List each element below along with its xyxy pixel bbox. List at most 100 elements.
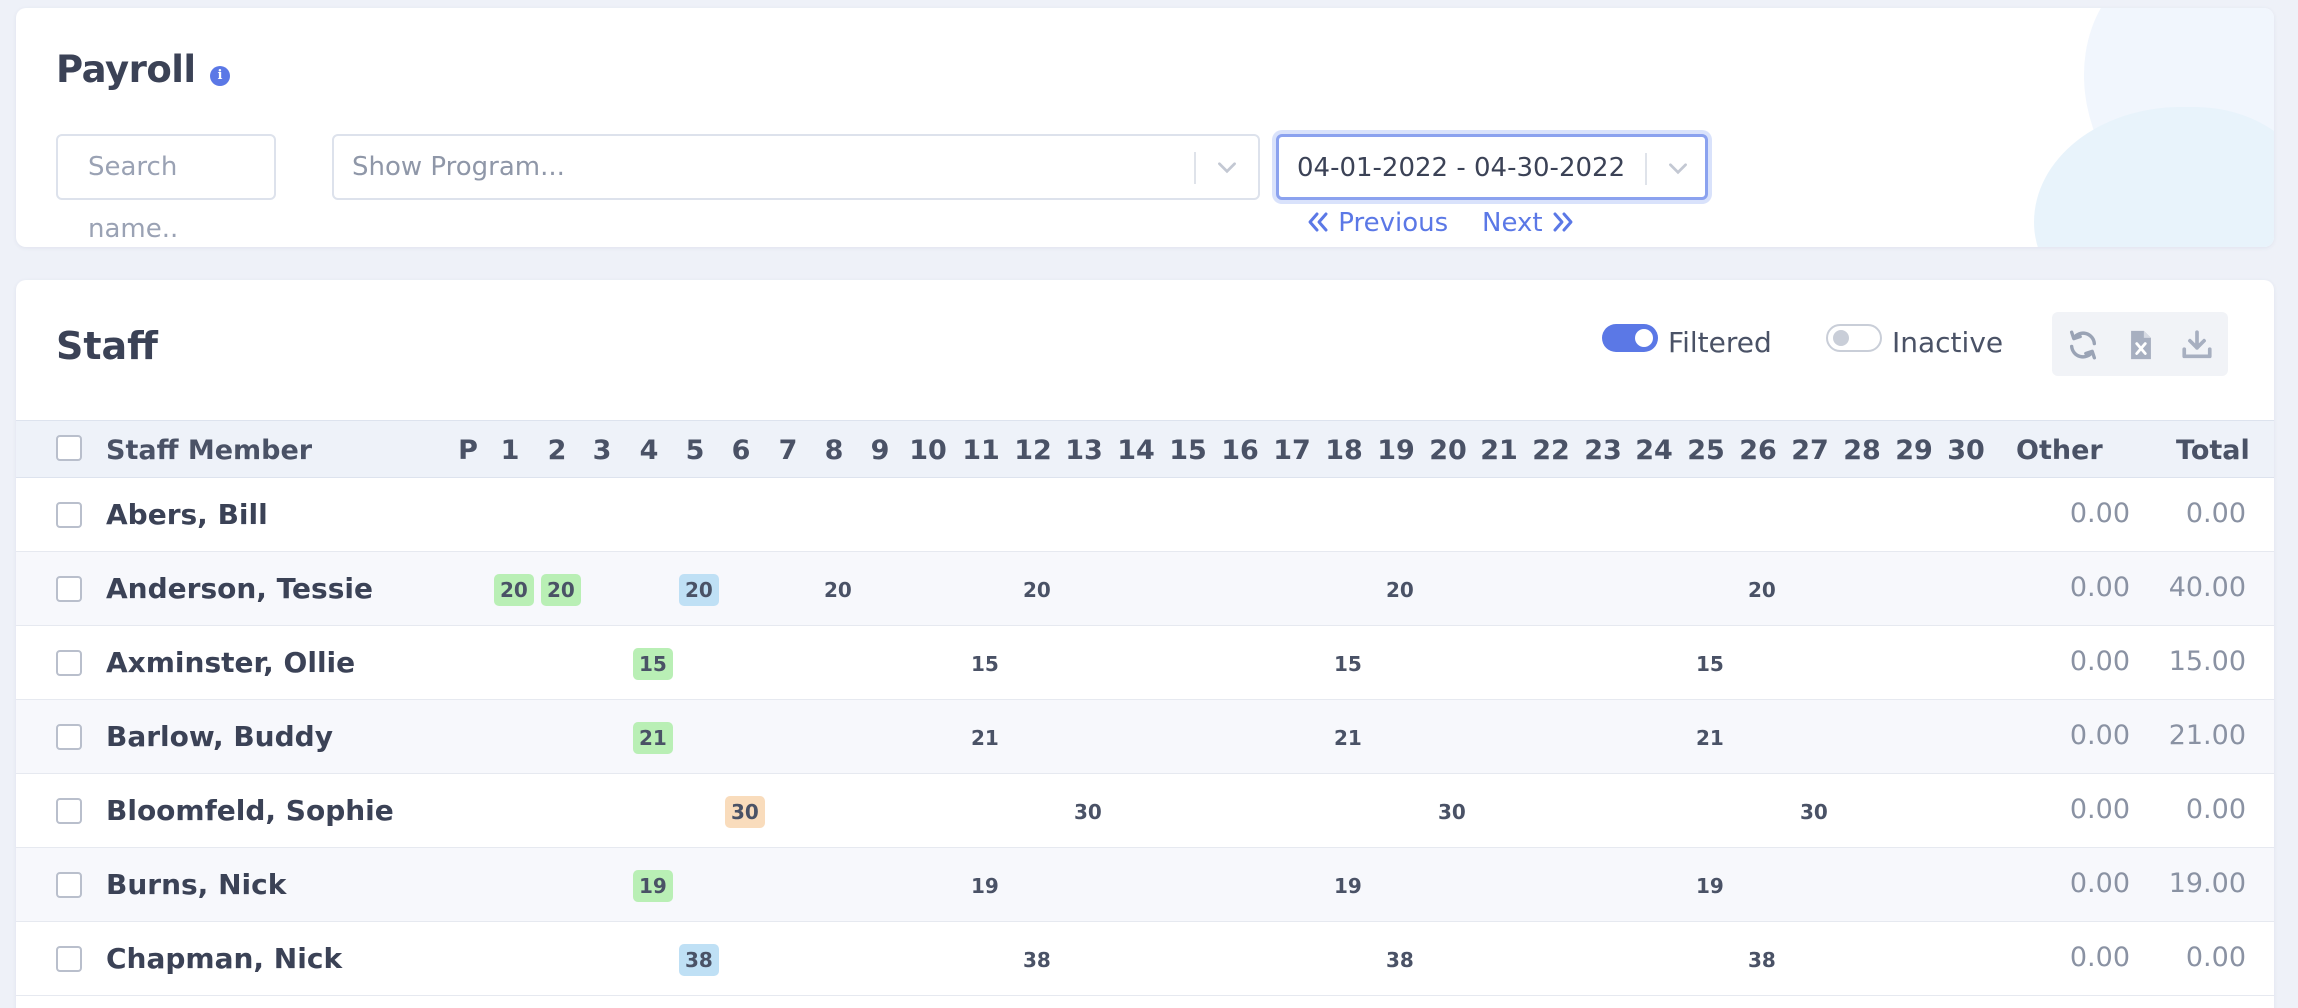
next-label: Next: [1482, 208, 1543, 238]
date-range-select[interactable]: 04-01-2022 - 04-30-2022: [1276, 134, 1708, 200]
column-header-day: 18: [1325, 435, 1363, 466]
column-header-day: 1: [500, 435, 520, 466]
day-value-badge[interactable]: 38: [1380, 944, 1420, 976]
column-header-day: 21: [1480, 435, 1518, 466]
column-header-day: 12: [1014, 435, 1052, 466]
day-value-badge[interactable]: 21: [1690, 722, 1730, 754]
total-value: 0.00: [2185, 794, 2246, 825]
other-value: 0.00: [2069, 720, 2130, 751]
column-header-total[interactable]: Total: [2176, 435, 2250, 466]
day-value-badge[interactable]: 20: [1380, 574, 1420, 606]
row-checkbox[interactable]: [56, 502, 82, 528]
day-value-badge[interactable]: 15: [1690, 648, 1730, 680]
column-header-day: 27: [1791, 435, 1829, 466]
select-divider: [1194, 152, 1196, 184]
table-row[interactable]: Burns, Nick 19 19 19 19 0.00 19.00: [16, 848, 2274, 922]
row-checkbox[interactable]: [56, 946, 82, 972]
staff-name[interactable]: Abers, Bill: [106, 498, 268, 531]
column-header-day: 2: [547, 435, 567, 466]
table-row[interactable]: Axminster, Ollie 15 15 15 15 0.00 15.00: [16, 626, 2274, 700]
excel-icon[interactable]: [2124, 328, 2158, 362]
column-header-day: 10: [909, 435, 947, 466]
staff-name[interactable]: Anderson, Tessie: [106, 572, 373, 605]
program-select-placeholder: Show Program...: [352, 152, 565, 182]
column-header-day: 6: [731, 435, 751, 466]
column-header-day: 23: [1584, 435, 1622, 466]
table-row[interactable]: Bloomfeld, Sophie 30 30 30 30 0.00 0.00: [16, 774, 2274, 848]
day-value-badge[interactable]: 30: [725, 796, 765, 828]
inactive-label: Inactive: [1892, 326, 2004, 359]
column-header-day: 3: [592, 435, 612, 466]
other-value: 0.00: [2069, 794, 2130, 825]
column-header-other[interactable]: Other: [2016, 435, 2103, 466]
column-header-day: 11: [962, 435, 1000, 466]
row-checkbox[interactable]: [56, 724, 82, 750]
other-value: 0.00: [2069, 942, 2130, 973]
row-checkbox[interactable]: [56, 650, 82, 676]
day-value-badge[interactable]: 21: [965, 722, 1005, 754]
info-icon[interactable]: i: [210, 66, 230, 86]
table-row[interactable]: Chapman, Nick 38 38 38 38 0.00 0.00: [16, 922, 2274, 996]
day-value-badge[interactable]: 38: [1742, 944, 1782, 976]
table-row[interactable]: Abers, Bill 0.00 0.00: [16, 478, 2274, 552]
day-value-badge[interactable]: 20: [1017, 574, 1057, 606]
total-value: 0.00: [2185, 942, 2246, 973]
inactive-toggle[interactable]: [1826, 324, 1882, 352]
staff-name[interactable]: Axminster, Ollie: [106, 646, 355, 679]
refresh-icon[interactable]: [2066, 328, 2100, 362]
day-value-badge[interactable]: 19: [965, 870, 1005, 902]
toggle-knob: [1833, 330, 1849, 346]
staff-name[interactable]: Chapman, Nick: [106, 942, 342, 975]
staff-name[interactable]: Bloomfeld, Sophie: [106, 794, 394, 827]
row-checkbox[interactable]: [56, 872, 82, 898]
day-value-badge[interactable]: 20: [1742, 574, 1782, 606]
column-header-day: 30: [1947, 435, 1985, 466]
day-value-badge[interactable]: 30: [1068, 796, 1108, 828]
day-value-badge[interactable]: 19: [1690, 870, 1730, 902]
chevron-down-icon[interactable]: [1665, 155, 1691, 181]
total-value: 40.00: [2168, 572, 2246, 603]
staff-name[interactable]: Burns, Nick: [106, 868, 286, 901]
day-value-badge[interactable]: 38: [679, 944, 719, 976]
day-value-badge[interactable]: 15: [965, 648, 1005, 680]
select-all-checkbox[interactable]: [56, 435, 82, 461]
program-select[interactable]: Show Program...: [332, 134, 1260, 200]
day-value-badge[interactable]: 20: [541, 574, 581, 606]
table-row[interactable]: Barlow, Buddy 21 21 21 21 0.00 21.00: [16, 700, 2274, 774]
day-value-badge[interactable]: 19: [1328, 870, 1368, 902]
day-value-badge[interactable]: 21: [1328, 722, 1368, 754]
column-header-day: 28: [1843, 435, 1881, 466]
column-header-staff-member[interactable]: Staff Member: [106, 435, 312, 466]
day-value-badge[interactable]: 20: [679, 574, 719, 606]
staff-name[interactable]: Barlow, Buddy: [106, 720, 333, 753]
double-chevron-left-icon: [1308, 212, 1328, 232]
table-toolbar: [2052, 312, 2228, 376]
day-value-badge[interactable]: 30: [1794, 796, 1834, 828]
day-value-badge[interactable]: 15: [633, 648, 673, 680]
date-range-value: 04-01-2022 - 04-30-2022: [1297, 153, 1626, 183]
row-checkbox[interactable]: [56, 576, 82, 602]
search-input[interactable]: Search name..: [56, 134, 276, 244]
column-header-day: 22: [1532, 435, 1570, 466]
total-value: 15.00: [2168, 646, 2246, 677]
day-value-badge[interactable]: 15: [1328, 648, 1368, 680]
table-row[interactable]: Anderson, Tessie 20 20 20 20 20 20 20 0.00 40.00: [16, 552, 2274, 626]
download-icon[interactable]: [2180, 328, 2214, 362]
total-value: 19.00: [2168, 868, 2246, 899]
day-value-badge[interactable]: 30: [1432, 796, 1472, 828]
decorative-blob: [2034, 107, 2274, 247]
day-value-badge[interactable]: 19: [633, 870, 673, 902]
day-value-badge[interactable]: 21: [633, 722, 673, 754]
day-value-badge[interactable]: 38: [1017, 944, 1057, 976]
row-checkbox[interactable]: [56, 798, 82, 824]
other-value: 0.00: [2069, 498, 2130, 529]
filtered-toggle[interactable]: [1602, 324, 1658, 352]
chevron-down-icon[interactable]: [1214, 154, 1240, 180]
previous-link[interactable]: Previous: [1306, 208, 1448, 238]
total-value: 21.00: [2168, 720, 2246, 751]
day-value-badge[interactable]: 20: [818, 574, 858, 606]
column-header-day: 7: [778, 435, 798, 466]
day-value-badge[interactable]: 20: [494, 574, 534, 606]
next-link[interactable]: Next: [1482, 208, 1575, 238]
column-header-day: 16: [1221, 435, 1259, 466]
